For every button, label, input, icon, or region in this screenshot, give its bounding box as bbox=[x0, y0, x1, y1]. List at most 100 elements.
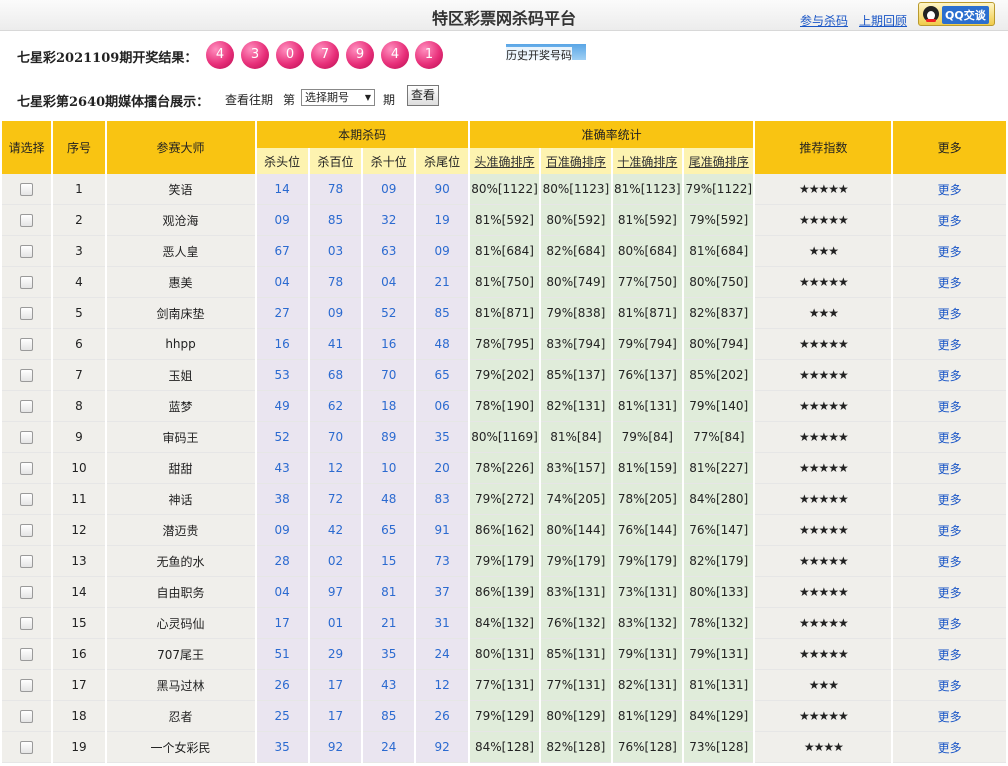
row-checkbox[interactable] bbox=[20, 524, 34, 537]
kill-number: 35 bbox=[416, 422, 468, 453]
more-link[interactable]: 更多 bbox=[893, 267, 1006, 298]
row-checkbox[interactable] bbox=[20, 555, 34, 568]
row-no: 5 bbox=[53, 298, 105, 329]
history-numbers-link[interactable]: 历史开奖号码 bbox=[506, 44, 586, 63]
query-label: 七星彩第2640期媒体擂台展示： bbox=[17, 95, 210, 110]
accuracy-value: 79%[838] bbox=[541, 298, 611, 329]
kill-number: 26 bbox=[256, 670, 308, 701]
more-link[interactable]: 更多 bbox=[893, 236, 1006, 267]
row-select-cell bbox=[2, 205, 52, 236]
accuracy-value: 76%[128] bbox=[612, 732, 683, 763]
kill-number: 02 bbox=[309, 546, 362, 577]
accuracy-value: 80%[592] bbox=[541, 205, 611, 236]
accuracy-value: 84%[280] bbox=[684, 484, 754, 515]
row-checkbox[interactable] bbox=[20, 431, 34, 444]
accuracy-value: 80%[133] bbox=[684, 577, 754, 608]
kill-number: 04 bbox=[256, 267, 308, 298]
row-checkbox[interactable] bbox=[20, 276, 34, 289]
more-link[interactable]: 更多 bbox=[893, 484, 1006, 515]
more-link[interactable]: 更多 bbox=[893, 670, 1006, 701]
join-kill-link[interactable]: 参与杀码 bbox=[800, 12, 848, 29]
more-link[interactable]: 更多 bbox=[893, 298, 1006, 329]
accuracy-value: 79%[179] bbox=[469, 546, 540, 577]
more-link[interactable]: 更多 bbox=[893, 329, 1006, 360]
row-checkbox[interactable] bbox=[20, 741, 34, 754]
more-link[interactable]: 更多 bbox=[893, 515, 1006, 546]
rating-stars: ★★★★★ bbox=[755, 515, 892, 546]
row-checkbox[interactable] bbox=[20, 586, 34, 599]
more-link[interactable]: 更多 bbox=[893, 453, 1006, 484]
page-title: 特区彩票网杀码平台 bbox=[431, 9, 576, 28]
accuracy-value: 81%[159] bbox=[612, 453, 683, 484]
master-name: 神话 bbox=[106, 484, 255, 515]
header-accuracy: 准确率统计 bbox=[469, 121, 754, 148]
more-link[interactable]: 更多 bbox=[893, 422, 1006, 453]
accuracy-value: 79%[140] bbox=[684, 391, 754, 422]
master-name: 恶人皇 bbox=[106, 236, 255, 267]
kill-number: 20 bbox=[416, 453, 468, 484]
row-checkbox[interactable] bbox=[20, 369, 34, 382]
qq-chat-button[interactable]: QQ交谈 bbox=[918, 2, 995, 26]
more-link[interactable]: 更多 bbox=[893, 360, 1006, 391]
rating-stars: ★★★★★ bbox=[755, 329, 892, 360]
accuracy-value: 79%[131] bbox=[612, 639, 683, 670]
row-checkbox[interactable] bbox=[20, 462, 34, 475]
more-link[interactable]: 更多 bbox=[893, 205, 1006, 236]
accuracy-value: 86%[139] bbox=[469, 577, 540, 608]
accuracy-value: 84%[128] bbox=[469, 732, 540, 763]
row-checkbox[interactable] bbox=[20, 710, 34, 723]
accuracy-value: 81%[131] bbox=[684, 670, 754, 701]
master-name: 自由职务 bbox=[106, 577, 255, 608]
more-link[interactable]: 更多 bbox=[893, 391, 1006, 422]
more-link[interactable]: 更多 bbox=[893, 577, 1006, 608]
sort-ten-accuracy[interactable]: 十准确排序 bbox=[612, 148, 683, 174]
row-checkbox[interactable] bbox=[20, 245, 34, 258]
sort-hundred-accuracy[interactable]: 百准确排序 bbox=[541, 148, 611, 174]
row-checkbox[interactable] bbox=[20, 338, 34, 351]
sort-head-accuracy[interactable]: 头准确排序 bbox=[469, 148, 540, 174]
accuracy-value: 85%[137] bbox=[541, 360, 611, 391]
more-link[interactable]: 更多 bbox=[893, 174, 1006, 205]
view-button[interactable]: 查看 bbox=[407, 85, 439, 106]
more-link[interactable]: 更多 bbox=[893, 732, 1006, 763]
rating-stars: ★★★★★ bbox=[755, 453, 892, 484]
last-review-link[interactable]: 上期回顾 bbox=[859, 12, 907, 29]
row-checkbox[interactable] bbox=[20, 183, 34, 196]
accuracy-value: 79%[129] bbox=[469, 701, 540, 732]
row-select-cell bbox=[2, 422, 52, 453]
table-row: 13 无鱼的水 28 02 15 73 79%[179] 79%[179] 79%[179] 82… bbox=[2, 546, 1006, 577]
rating-stars: ★★★★★ bbox=[755, 484, 892, 515]
accuracy-value: 77%[131] bbox=[541, 670, 611, 701]
sort-tail-accuracy[interactable]: 尾准确排序 bbox=[684, 148, 754, 174]
kill-number: 17 bbox=[256, 608, 308, 639]
row-checkbox[interactable] bbox=[20, 307, 34, 320]
kill-number: 35 bbox=[256, 732, 308, 763]
kill-number: 90 bbox=[416, 174, 468, 205]
row-checkbox[interactable] bbox=[20, 648, 34, 661]
kill-number: 52 bbox=[256, 422, 308, 453]
period-select[interactable]: 选择期号 bbox=[301, 89, 375, 106]
more-link[interactable]: 更多 bbox=[893, 546, 1006, 577]
kill-number: 27 bbox=[256, 298, 308, 329]
kill-number: 17 bbox=[309, 670, 362, 701]
row-checkbox[interactable] bbox=[20, 400, 34, 413]
accuracy-value: 78%[190] bbox=[469, 391, 540, 422]
row-checkbox[interactable] bbox=[20, 617, 34, 630]
row-select-cell bbox=[2, 639, 52, 670]
row-checkbox[interactable] bbox=[20, 679, 34, 692]
kill-number: 16 bbox=[256, 329, 308, 360]
more-link[interactable]: 更多 bbox=[893, 639, 1006, 670]
accuracy-value: 77%[131] bbox=[469, 670, 540, 701]
row-checkbox[interactable] bbox=[20, 214, 34, 227]
accuracy-value: 81%[131] bbox=[612, 391, 683, 422]
kill-number: 85 bbox=[416, 298, 468, 329]
accuracy-value: 79%[202] bbox=[469, 360, 540, 391]
row-select-cell bbox=[2, 701, 52, 732]
kill-number: 31 bbox=[416, 608, 468, 639]
row-select-cell bbox=[2, 360, 52, 391]
more-link[interactable]: 更多 bbox=[893, 608, 1006, 639]
accuracy-value: 80%[684] bbox=[612, 236, 683, 267]
row-checkbox[interactable] bbox=[20, 493, 34, 506]
more-link[interactable]: 更多 bbox=[893, 701, 1006, 732]
qi-label: 期 bbox=[383, 93, 396, 107]
